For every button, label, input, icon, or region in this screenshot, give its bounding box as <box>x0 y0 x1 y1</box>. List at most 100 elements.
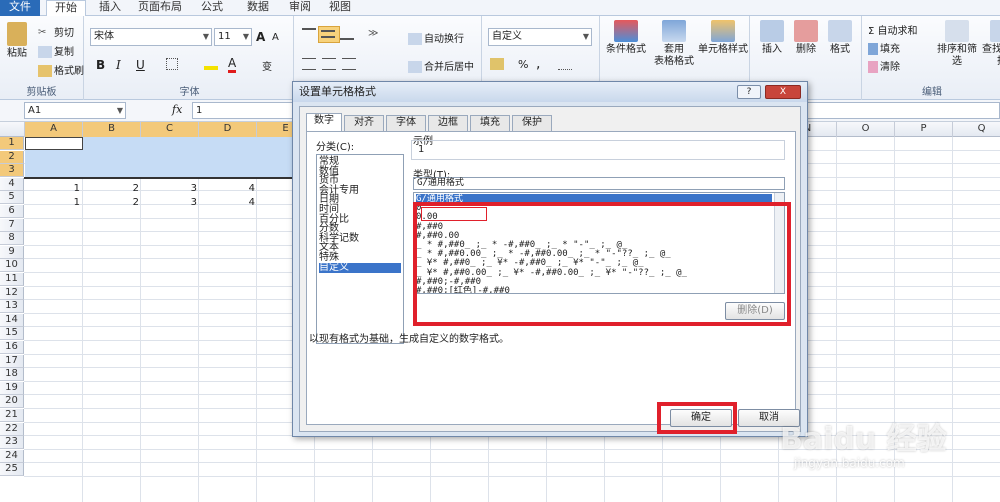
underline-button[interactable]: U <box>136 58 145 72</box>
row-header-4[interactable]: 4 <box>0 177 24 191</box>
row-header-9[interactable]: 9 <box>0 245 24 259</box>
row-header-19[interactable]: 19 <box>0 381 24 395</box>
bold-button[interactable]: B <box>96 58 105 72</box>
cut-button[interactable]: ✂ 剪切 <box>38 24 74 39</box>
font-color-button[interactable]: A <box>228 56 237 73</box>
phonetic-button[interactable]: 变 <box>262 58 272 73</box>
align-right-button[interactable] <box>342 58 358 70</box>
tab-formulas[interactable]: 公式 <box>192 0 232 16</box>
cell-a4[interactable]: 1 <box>25 182 83 195</box>
column-header-o[interactable]: O <box>837 122 895 137</box>
tab-fill[interactable]: 填充 <box>470 115 510 131</box>
paste-button[interactable]: 粘贴 <box>2 22 32 60</box>
font-size-combo[interactable]: 11 ▼ <box>214 28 252 46</box>
tab-number[interactable]: 数字 <box>306 113 342 132</box>
row-header-6[interactable]: 6 <box>0 205 24 218</box>
number-format-combo[interactable]: 自定义 ▼ <box>488 28 592 46</box>
percent-button[interactable]: % <box>518 58 528 71</box>
row-header-11[interactable]: 11 <box>0 273 24 286</box>
conditional-format-button[interactable]: 条件格式 <box>604 20 648 56</box>
row-header-21[interactable]: 21 <box>0 409 24 422</box>
tab-alignment[interactable]: 对齐 <box>344 115 384 131</box>
row-header-25[interactable]: 25 <box>0 463 24 477</box>
row-header-18[interactable]: 18 <box>0 368 24 382</box>
wrap-text-button[interactable]: 自动换行 <box>408 30 464 45</box>
tab-protection[interactable]: 保护 <box>512 115 552 131</box>
find-select-button[interactable]: 查找和选择 <box>982 20 1000 68</box>
align-middle-button[interactable] <box>318 26 340 43</box>
autosum-button[interactable]: Σ 自动求和 <box>868 22 918 37</box>
sort-filter-button[interactable]: 排序和筛选 <box>934 20 980 68</box>
row-header-17[interactable]: 17 <box>0 354 24 368</box>
grow-font-button[interactable]: A <box>256 30 265 44</box>
cell-d5[interactable]: 4 <box>200 196 258 209</box>
select-all-corner[interactable] <box>0 122 25 137</box>
tab-file[interactable]: 文件 <box>0 0 40 16</box>
row-header-15[interactable]: 15 <box>0 327 24 341</box>
column-header-c[interactable]: C <box>141 122 199 137</box>
help-button[interactable]: ? <box>737 85 761 99</box>
delete-cells-button[interactable]: 删除 <box>790 20 822 56</box>
tab-font[interactable]: 字体 <box>386 115 426 131</box>
column-header-p[interactable]: P <box>895 122 953 137</box>
align-bottom-button[interactable] <box>340 28 356 40</box>
tab-data[interactable]: 数据 <box>238 0 278 16</box>
format-as-table-button[interactable]: 套用 表格格式 <box>654 20 694 68</box>
tab-page-layout[interactable]: 页面布局 <box>134 0 186 16</box>
row-header-12[interactable]: 12 <box>0 286 24 300</box>
align-center-button[interactable] <box>322 58 338 70</box>
shrink-font-button[interactable]: A <box>272 32 279 43</box>
category-item[interactable]: 自定义 <box>319 262 401 273</box>
row-header-20[interactable]: 20 <box>0 395 24 409</box>
row-header-5[interactable]: 5 <box>0 191 24 205</box>
row-header-2[interactable]: 2 <box>0 150 24 164</box>
fill-color-button[interactable] <box>204 58 220 70</box>
fill-button[interactable]: 填充 <box>868 40 900 55</box>
clear-button[interactable]: 清除 <box>868 58 900 73</box>
row-header-10[interactable]: 10 <box>0 259 24 273</box>
border-button[interactable] <box>166 58 180 70</box>
align-top-button[interactable] <box>302 28 318 40</box>
row-header-13[interactable]: 13 <box>0 300 24 314</box>
cell-a5[interactable]: 1 <box>25 196 83 209</box>
row-header-7[interactable]: 7 <box>0 218 24 232</box>
row-header-14[interactable]: 14 <box>0 313 24 327</box>
row-header-16[interactable]: 16 <box>0 341 24 354</box>
cell-b5[interactable]: 2 <box>84 196 142 209</box>
name-box[interactable]: A1 ▼ <box>24 102 126 119</box>
row-header-23[interactable]: 23 <box>0 436 24 450</box>
merge-center-button[interactable]: 合并后居中 <box>408 58 474 73</box>
accounting-button[interactable] <box>490 58 506 70</box>
row-header-1[interactable]: 1 <box>0 137 24 150</box>
tab-insert[interactable]: 插入 <box>90 0 130 16</box>
comma-button[interactable]: , <box>536 56 540 72</box>
cell-c4[interactable]: 3 <box>142 182 200 195</box>
copy-button[interactable]: 复制 <box>38 43 74 58</box>
format-painter-button[interactable]: 格式刷 <box>38 62 84 77</box>
tab-view[interactable]: 视图 <box>320 0 360 16</box>
format-cells-button[interactable]: 格式 <box>824 20 856 56</box>
close-button[interactable]: X <box>765 85 801 99</box>
orientation-button[interactable]: ≫ <box>368 28 384 40</box>
type-input[interactable]: G/通用格式 <box>413 177 785 190</box>
cell-d4[interactable]: 4 <box>200 182 258 195</box>
insert-cells-button[interactable]: 插入 <box>756 20 788 56</box>
italic-button[interactable]: I <box>116 58 121 72</box>
cell-b4[interactable]: 2 <box>84 182 142 195</box>
tab-home[interactable]: 开始 <box>46 0 86 17</box>
row-header-24[interactable]: 24 <box>0 449 24 463</box>
column-header-q[interactable]: Q <box>953 122 1000 137</box>
column-header-a[interactable]: A <box>25 122 83 137</box>
tab-review[interactable]: 审阅 <box>280 0 320 16</box>
cell-c5[interactable]: 3 <box>142 196 200 209</box>
row-header-8[interactable]: 8 <box>0 232 24 246</box>
align-left-button[interactable] <box>302 58 318 70</box>
insert-function-button[interactable]: fx <box>172 103 182 116</box>
cell-styles-button[interactable]: 单元格样式 <box>698 20 748 56</box>
row-header-3[interactable]: 3 <box>0 164 24 178</box>
category-list[interactable]: 常规 数值 货币 会计专用 日期 时间 百分比 分数 科学记数 文本 特殊 自定义 <box>316 154 404 344</box>
active-cell[interactable] <box>25 137 83 150</box>
tab-border[interactable]: 边框 <box>428 115 468 131</box>
font-name-combo[interactable]: 宋体 ▼ <box>90 28 212 46</box>
row-header-22[interactable]: 22 <box>0 422 24 436</box>
